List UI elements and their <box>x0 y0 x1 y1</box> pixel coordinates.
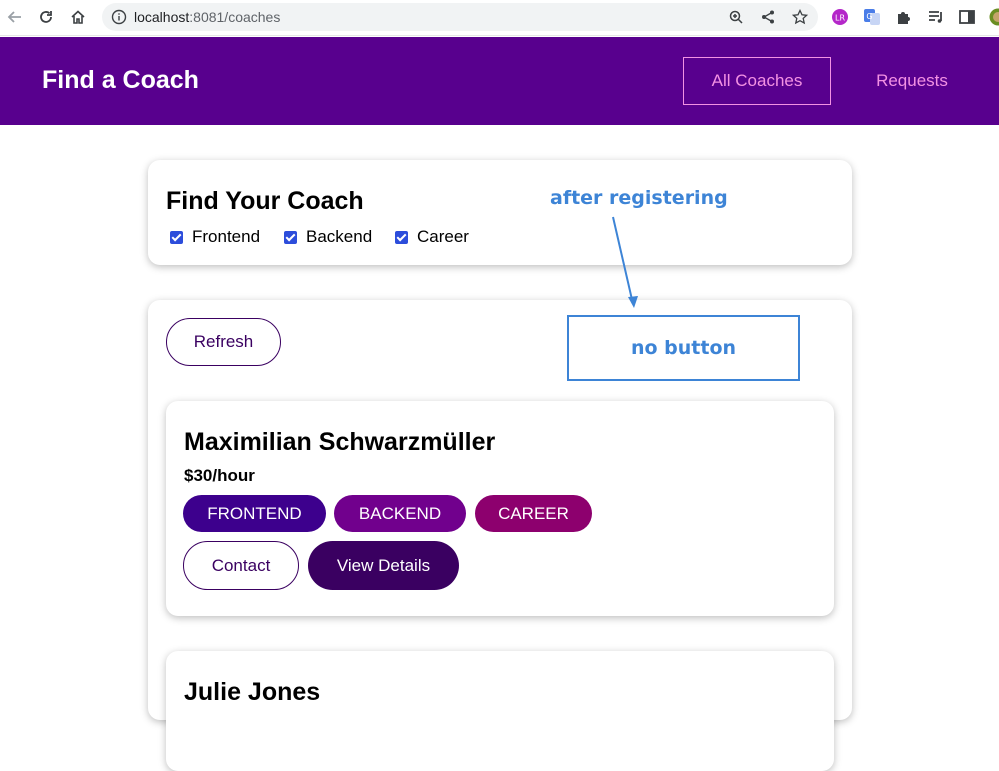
side-panel-icon[interactable] <box>958 8 976 26</box>
refresh-button[interactable]: Refresh <box>166 318 281 366</box>
browser-toolbar: localhost:8081/coaches LR G <box>0 0 999 36</box>
back-icon[interactable] <box>5 7 25 27</box>
badge-career: CAREER <box>475 495 592 532</box>
url-text: localhost:8081/coaches <box>134 9 280 25</box>
annotation-note: after registering <box>550 187 728 209</box>
frontend-checkbox[interactable] <box>170 231 183 244</box>
filter-backend[interactable]: Backend <box>284 227 372 247</box>
filter-frontend[interactable]: Frontend <box>170 227 260 247</box>
nav-all-coaches[interactable]: All Coaches <box>683 57 831 105</box>
badge-frontend: FRONTEND <box>183 495 326 532</box>
brand-title[interactable]: Find a Coach <box>42 66 199 95</box>
coach-item: Julie Jones <box>166 651 834 771</box>
view-details-button[interactable]: View Details <box>308 541 459 590</box>
reload-icon[interactable] <box>36 7 56 27</box>
avatar[interactable] <box>988 8 999 26</box>
filter-frontend-label: Frontend <box>192 227 260 247</box>
svg-text:LR: LR <box>835 14 845 23</box>
filter-career-label: Career <box>417 227 469 247</box>
translate-icon[interactable]: G <box>863 8 881 26</box>
address-bar[interactable]: localhost:8081/coaches <box>102 3 818 31</box>
extension-profile-icon[interactable]: LR <box>831 8 849 26</box>
star-icon[interactable] <box>792 9 808 25</box>
career-checkbox[interactable] <box>395 231 408 244</box>
puzzle-extension-icon[interactable] <box>895 8 913 26</box>
backend-checkbox[interactable] <box>284 231 297 244</box>
url-path: :8081/coaches <box>189 9 280 25</box>
app-header: Find a Coach All Coaches Requests <box>0 37 999 125</box>
share-icon[interactable] <box>760 9 776 25</box>
filter-career[interactable]: Career <box>395 227 469 247</box>
filter-card: Find Your Coach Frontend Backend Career <box>148 160 852 265</box>
home-icon[interactable] <box>68 7 88 27</box>
zoom-icon[interactable] <box>728 9 744 25</box>
info-icon[interactable] <box>111 9 127 25</box>
coach-item: Maximilian Schwarzmüller $30/hour FRONTE… <box>166 401 834 616</box>
annotation-box: no button <box>567 315 800 381</box>
reading-list-icon[interactable] <box>927 8 945 26</box>
annotation-box-text: no button <box>631 337 736 359</box>
coach-rate: $30/hour <box>184 466 255 486</box>
badge-backend: BACKEND <box>334 495 466 532</box>
filter-backend-label: Backend <box>306 227 372 247</box>
filter-title: Find Your Coach <box>166 187 364 216</box>
coach-name: Maximilian Schwarzmüller <box>184 428 495 457</box>
nav-requests[interactable]: Requests <box>862 57 962 105</box>
url-host: localhost <box>134 9 189 25</box>
svg-text:G: G <box>866 12 872 21</box>
contact-button[interactable]: Contact <box>183 541 299 590</box>
